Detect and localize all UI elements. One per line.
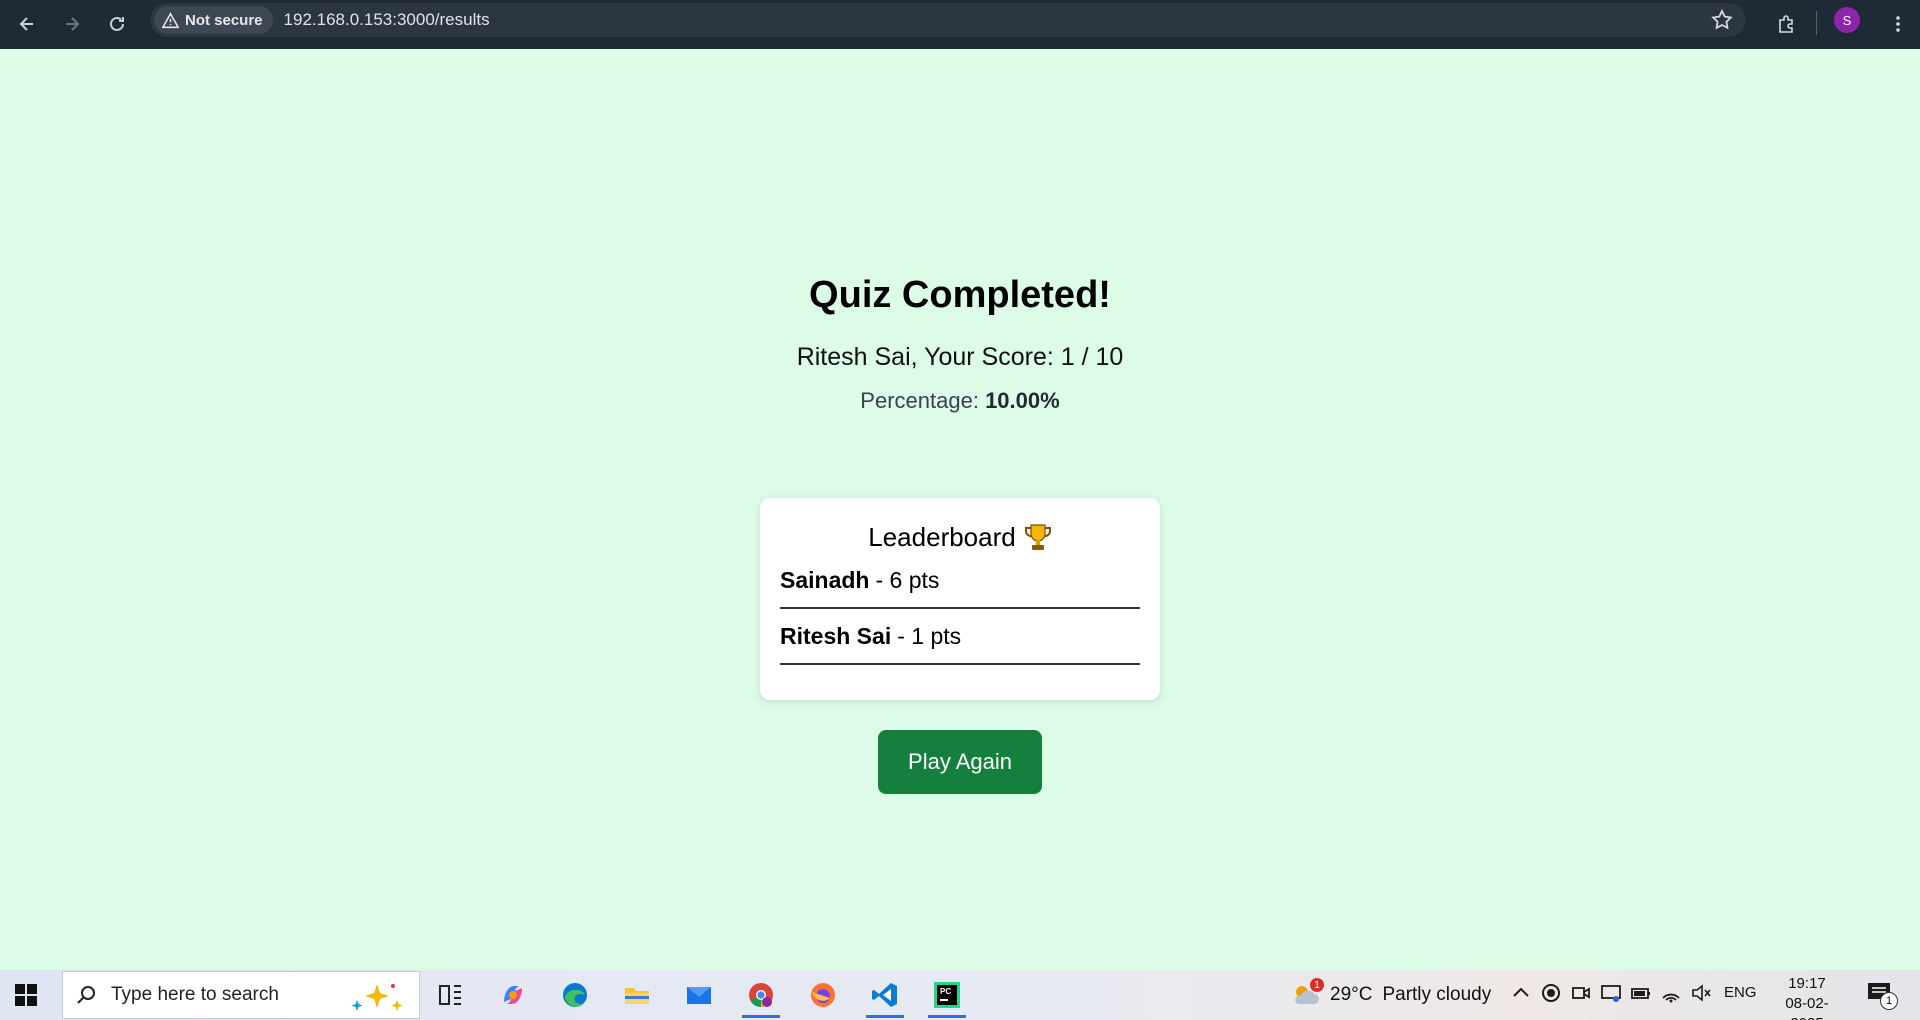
percentage-line: Percentage: 10.00%: [0, 388, 1920, 414]
chrome-app[interactable]: [736, 974, 786, 1018]
leaderboard-card: Leaderboard Sainadh - 6 pts Ritesh Sai -…: [760, 498, 1160, 700]
vscode-app[interactable]: [860, 974, 910, 1018]
notification-center-button[interactable]: 1: [1866, 980, 1898, 1010]
browser-menu-button[interactable]: [1880, 6, 1916, 42]
clock-time: 19:17: [1788, 975, 1826, 992]
weather-alert-badge: 1: [1310, 978, 1324, 992]
battery-icon: [1631, 988, 1650, 999]
show-hidden-icons-button[interactable]: [1510, 982, 1532, 1004]
network-tray-icon[interactable]: [1660, 982, 1682, 1004]
leaderboard-player-points: - 6 pts: [875, 566, 940, 593]
sparkle-icon: [351, 984, 403, 1011]
play-again-button[interactable]: Play Again: [878, 730, 1042, 794]
arrow-left-icon: [19, 17, 33, 31]
pycharm-icon: PC: [934, 982, 960, 1008]
page-title: Quiz Completed!: [809, 274, 1111, 316]
reload-button[interactable]: [99, 6, 135, 42]
system-clock[interactable]: 19:17 08-02-2025: [1770, 974, 1844, 1020]
browser-toolbar: Not secure 192.168.0.153:3000/results S: [0, 0, 1920, 49]
leaderboard-row: Sainadh - 6 pts: [780, 553, 1140, 609]
chrome-icon: [749, 983, 773, 1007]
star-icon: [1711, 8, 1733, 30]
edge-app[interactable]: [550, 974, 600, 1016]
security-indicator[interactable]: Not secure: [154, 6, 273, 34]
trophy-icon: [1024, 523, 1052, 553]
start-button[interactable]: [14, 983, 38, 1007]
leaderboard-heading: Leaderboard: [780, 522, 1140, 553]
search-placeholder: Type here to search: [111, 984, 279, 1005]
wifi-icon: [1662, 993, 1680, 1003]
percentage-label: Percentage:: [860, 388, 979, 413]
battery-tray-icon[interactable]: [1630, 982, 1652, 1004]
mail-app[interactable]: [674, 974, 724, 1016]
volume-muted-icon: [1692, 984, 1711, 1002]
record-icon: [1542, 984, 1560, 1002]
mail-icon: [687, 987, 711, 1004]
copilot-app[interactable]: [488, 974, 538, 1016]
display-tray-icon[interactable]: [1600, 982, 1622, 1004]
search-icon: [77, 986, 95, 1004]
copilot-icon: [504, 986, 522, 1004]
arrow-right-icon: [66, 17, 80, 31]
taskbar-search[interactable]: Type here to search: [62, 971, 420, 1019]
pycharm-app[interactable]: PC: [922, 974, 972, 1018]
forward-button[interactable]: [54, 6, 90, 42]
task-view-button[interactable]: [425, 974, 475, 1016]
percentage-value: 10.00%: [985, 388, 1060, 413]
page-content: Quiz Completed! Ritesh Sai, Your Score: …: [0, 49, 1920, 970]
weather-temp: 29°C: [1330, 984, 1373, 1005]
extensions-button[interactable]: [1768, 6, 1804, 42]
firefox-app[interactable]: [798, 974, 848, 1016]
address-bar[interactable]: Not secure 192.168.0.153:3000/results: [150, 3, 1746, 37]
profile-avatar[interactable]: S: [1834, 7, 1860, 33]
task-view-icon: [439, 985, 461, 1005]
puzzle-icon: [1779, 15, 1793, 33]
file-explorer-app[interactable]: [612, 974, 662, 1016]
firefox-icon: [811, 983, 835, 1007]
svg-text:PC: PC: [940, 987, 951, 996]
clock-date: 08-02-2025: [1785, 995, 1829, 1020]
weather-widget[interactable]: 1 29°C Partly cloudy: [1290, 976, 1491, 1014]
vscode-icon: [872, 983, 897, 1007]
monitor-icon: [1601, 985, 1621, 1002]
folder-icon: [625, 988, 649, 1004]
reload-icon: [110, 16, 124, 31]
security-label: Not secure: [185, 11, 263, 29]
weather-desc: Partly cloudy: [1382, 984, 1492, 1005]
weather-icon-wrap: 1: [1290, 978, 1324, 1010]
taskbar: Type here to search PC 1 29°C Partly clo…: [0, 970, 1920, 1020]
leaderboard-player-points: - 1 pts: [897, 622, 962, 649]
bookmark-button[interactable]: [1710, 8, 1734, 32]
leaderboard-player-name: Sainadh: [780, 566, 870, 593]
notification-count: 1: [1880, 992, 1898, 1010]
score-text: Ritesh Sai, Your Score: 1 / 10: [796, 343, 1124, 371]
more-vertical-icon: [1896, 16, 1900, 32]
windows-icon: [15, 984, 37, 1006]
url-text[interactable]: 192.168.0.153:3000/results: [284, 10, 490, 30]
volume-tray-icon[interactable]: [1690, 982, 1712, 1004]
leaderboard-player-name: Ritesh Sai: [780, 622, 892, 649]
edge-icon: [563, 983, 587, 1007]
record-tray-icon[interactable]: [1540, 982, 1562, 1004]
meet-tray-icon[interactable]: [1570, 982, 1592, 1004]
camera-icon: [1572, 987, 1590, 999]
language-indicator[interactable]: ENG: [1724, 984, 1757, 1001]
toolbar-divider: [1816, 11, 1817, 35]
chevron-up-icon: [1513, 987, 1529, 997]
back-button[interactable]: [9, 6, 45, 42]
leaderboard-row: Ritesh Sai - 1 pts: [780, 609, 1140, 665]
leaderboard-title: Leaderboard: [868, 522, 1016, 552]
warning-icon: [162, 11, 179, 28]
